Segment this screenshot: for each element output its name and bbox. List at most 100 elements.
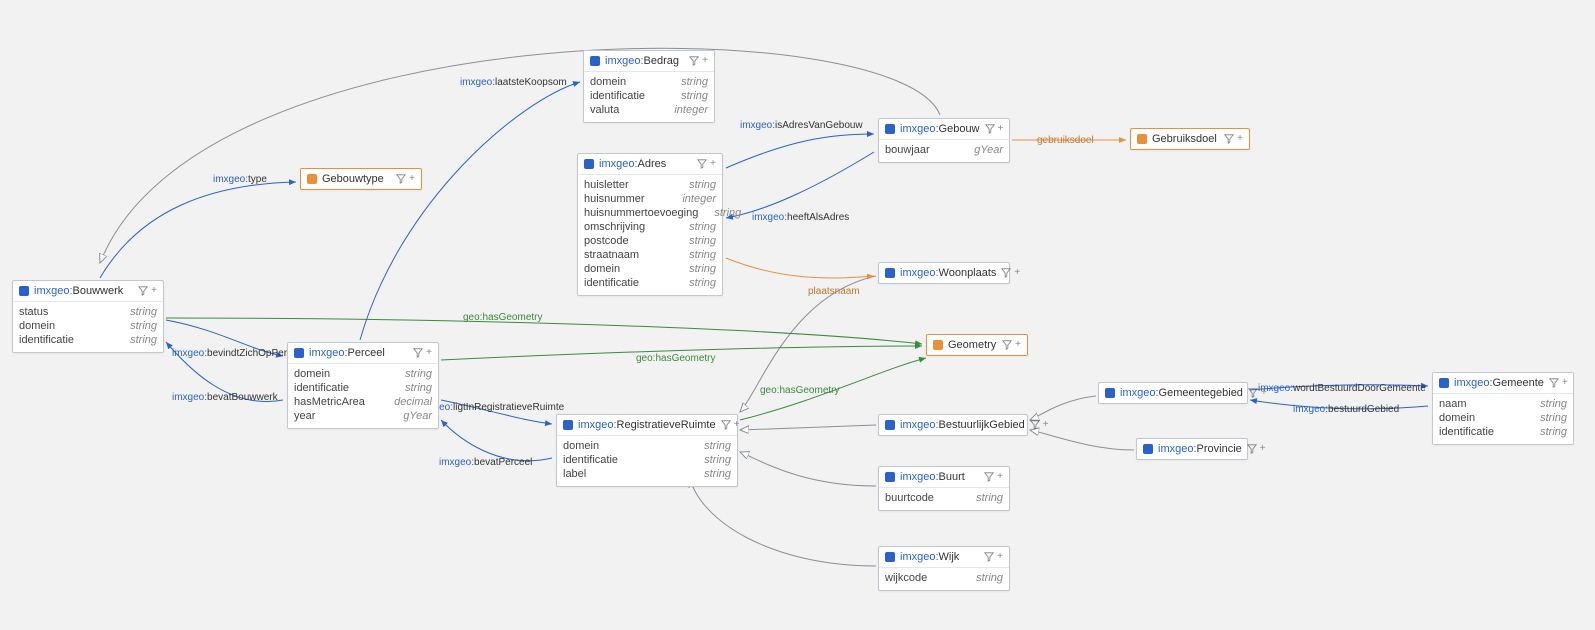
edge-label: hasGeometry (655, 353, 715, 364)
edge-label: heeftAlsAdres (787, 212, 849, 223)
node-header[interactable]: imxgeo:Bedrag+ (584, 51, 714, 72)
node-attrs: bouwjaargYear (879, 140, 1009, 162)
filter-icon[interactable] (721, 420, 731, 430)
filter-icon[interactable] (985, 124, 995, 134)
node-title: imxgeo:Buurt (900, 471, 979, 483)
node-gebouw[interactable]: imxgeo:Gebouw + bouwjaargYear (878, 118, 1010, 163)
node-title: imxgeo:Gemeente (1454, 377, 1544, 389)
add-icon[interactable]: + (997, 552, 1003, 562)
node-header[interactable]: imxgeo:Wijk+ (879, 547, 1009, 568)
filter-icon[interactable] (1002, 340, 1012, 350)
class-icon (1105, 388, 1115, 398)
class-icon (19, 286, 29, 296)
add-icon[interactable]: + (1261, 388, 1267, 398)
filter-icon[interactable] (1549, 378, 1559, 388)
node-regruimte[interactable]: imxgeo:RegistratieveRuimte+domeinstringi… (556, 414, 738, 487)
filter-icon[interactable] (1001, 268, 1011, 278)
node-title: imxgeo:Provincie (1158, 443, 1242, 455)
node-header[interactable]: imxgeo:Gebouw + (879, 119, 1009, 140)
attr-name: year (294, 409, 315, 423)
node-actions: + (1224, 134, 1243, 144)
filter-icon[interactable] (138, 286, 148, 296)
edge-inherit-provincie (1030, 430, 1134, 450)
node-actions: + (413, 348, 432, 358)
filter-icon[interactable] (1247, 444, 1257, 454)
filter-icon[interactable] (396, 174, 406, 184)
attr-type: string (704, 439, 731, 453)
attr-type: string (130, 305, 157, 319)
node-bestuurlijk[interactable]: imxgeo:BestuurlijkGebied+ (878, 414, 1028, 436)
edge-hasGeometry-bouwwerk (166, 318, 922, 344)
add-icon[interactable]: + (409, 174, 415, 184)
edge-bestuurdGebied (1250, 400, 1428, 409)
add-icon[interactable]: + (1562, 378, 1568, 388)
attr-type: string (681, 75, 708, 89)
node-header[interactable]: imxgeo:Bouwwerk + (13, 281, 163, 302)
filter-icon[interactable] (1030, 420, 1040, 430)
node-gemeentegebied[interactable]: imxgeo:Gemeentegebied+ (1098, 382, 1248, 404)
edge-wordtBestuurdDoorGemeente (1250, 385, 1428, 390)
node-geometry[interactable]: Geometry+ (926, 334, 1028, 356)
attr-name: identificatie (19, 333, 74, 347)
add-icon[interactable]: + (997, 472, 1003, 482)
node-title: imxgeo:Gebouw (900, 123, 980, 135)
node-perceel[interactable]: imxgeo:Perceel+domeinstringidentificatie… (287, 342, 439, 429)
filter-icon[interactable] (1248, 388, 1258, 398)
node-wijk[interactable]: imxgeo:Wijk+wijkcodestring (878, 546, 1010, 591)
node-header[interactable]: imxgeo:Buurt + (879, 467, 1009, 488)
node-bedrag[interactable]: imxgeo:Bedrag+domeinstringidentificaties… (583, 50, 715, 123)
node-actions: + (396, 174, 415, 184)
add-icon[interactable]: + (710, 159, 716, 169)
add-icon[interactable]: + (1260, 444, 1266, 454)
node-bouwwerk[interactable]: imxgeo:Bouwwerk+statusstringdomeinstring… (12, 280, 164, 353)
add-icon[interactable]: + (1237, 134, 1243, 144)
node-provincie[interactable]: imxgeo:Provincie+ (1136, 438, 1248, 460)
node-header[interactable]: imxgeo:Adres+ (578, 154, 722, 175)
node-gebruiksdoel[interactable]: Gebruiksdoel+ (1130, 128, 1250, 150)
edge-label-prefix: imxgeo: (460, 77, 495, 88)
node-adres[interactable]: imxgeo:Adres+huisletterstringhuisnummeri… (577, 153, 723, 296)
filter-icon[interactable] (413, 348, 423, 358)
filter-icon[interactable] (1224, 134, 1234, 144)
node-gemeente[interactable]: imxgeo:Gemeente+naamstringdomeinstringid… (1432, 372, 1574, 445)
add-icon[interactable]: + (702, 56, 708, 66)
add-icon[interactable]: + (1014, 268, 1020, 278)
node-header[interactable]: imxgeo:Gemeentegebied+ (1099, 383, 1247, 403)
attr-name: huisletter (584, 178, 629, 192)
add-icon[interactable]: + (426, 348, 432, 358)
node-buurt[interactable]: imxgeo:Buurt+buurtcodestring (878, 466, 1010, 511)
node-header[interactable]: imxgeo:Woonplaats+ (879, 263, 1009, 283)
node-header[interactable]: Gebouwtype+ (301, 169, 421, 189)
node-header[interactable]: Gebruiksdoel+ (1131, 129, 1249, 149)
node-header[interactable]: imxgeo:RegistratieveRuimte+ (557, 415, 737, 436)
attr-row: omschrijvingstring (584, 220, 716, 234)
node-header[interactable]: imxgeo:Provincie+ (1137, 439, 1247, 459)
filter-icon[interactable] (689, 56, 699, 66)
add-icon[interactable]: + (1043, 420, 1049, 430)
class-icon (563, 420, 573, 430)
add-icon[interactable]: + (1015, 340, 1021, 350)
add-icon[interactable]: + (734, 420, 740, 430)
attr-name: valuta (590, 103, 619, 117)
attr-row: domeinstring (19, 319, 157, 333)
node-header[interactable]: imxgeo:Perceel+ (288, 343, 438, 364)
node-header[interactable]: imxgeo:Gemeente + (1433, 373, 1573, 394)
filter-icon[interactable] (984, 552, 994, 562)
node-woonplaats[interactable]: imxgeo:Woonplaats+ (878, 262, 1010, 284)
diagram-canvas[interactable]: imxgeo:laatsteKoopsom imxgeo:type imxgeo… (0, 0, 1595, 630)
attr-row: identificatiestring (584, 276, 716, 290)
filter-icon[interactable] (984, 472, 994, 482)
node-header[interactable]: imxgeo:BestuurlijkGebied+ (879, 415, 1027, 435)
filter-icon[interactable] (697, 159, 707, 169)
attr-type: string (1540, 425, 1567, 439)
node-gebouwtype[interactable]: Gebouwtype+ (300, 168, 422, 190)
edge-label: hasGeometry (482, 312, 542, 323)
add-icon[interactable]: + (151, 286, 157, 296)
attr-name: wijkcode (885, 571, 927, 585)
add-icon[interactable]: + (998, 124, 1004, 134)
node-actions: + (697, 159, 716, 169)
node-actions: + (1002, 340, 1021, 350)
enum-icon (933, 340, 943, 350)
node-header[interactable]: Geometry+ (927, 335, 1027, 355)
node-title: imxgeo:Bouwwerk (34, 285, 133, 297)
